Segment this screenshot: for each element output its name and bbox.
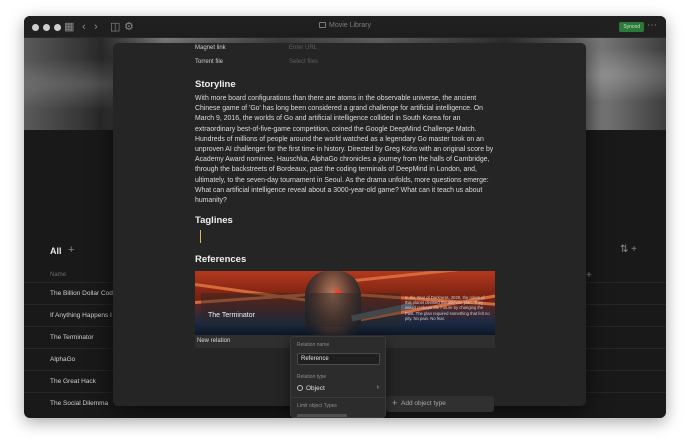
magnet-link-input[interactable]: Enter URL [289,45,317,51]
text-cursor[interactable] [200,230,201,243]
relation-type-label: Relation type [297,374,327,380]
reference-overlay [201,293,401,327]
property-label-magnet: Magnet link [195,45,226,51]
relation-type-value: Object [306,385,325,392]
relation-type-select[interactable]: Object [297,385,325,392]
relation-popup: Relation name Reference Relation type Ob… [290,336,386,418]
storyline-heading: Storyline [195,79,236,90]
add-view-plus-icon[interactable]: + [68,244,74,256]
divider [291,397,385,398]
sync-badge: Synced [619,22,644,32]
reference-title: The Terminator [208,312,255,319]
relation-name-input[interactable]: Reference [297,353,380,365]
row-name: If Anything Happens I [50,312,112,319]
add-column-plus-icon[interactable]: + [586,270,592,281]
relation-name-label: Relation name [297,342,330,348]
new-relation-label: New relation [197,338,231,344]
plus-icon: + [392,398,398,408]
window-title: Movie Library [24,22,666,29]
add-object-type-button[interactable]: + Add object type [386,396,494,412]
object-type-icon [297,385,303,391]
chevron-right-icon[interactable]: › [377,384,379,391]
film-icon [318,22,326,28]
add-object-type-label: Add object type [401,400,446,407]
row-name: The Billion Dollar Code [50,290,117,297]
references-heading: References [195,254,247,265]
taglines-heading: Taglines [195,215,233,226]
row-name: The Great Hack [50,378,96,385]
reference-card[interactable]: The Terminator In the Year of Darkness, … [195,271,495,335]
storyline-text[interactable]: With more board configurations than ther… [195,94,495,206]
column-header-name: Name [50,272,67,278]
property-label-torrent: Torrent file [195,59,224,65]
torrent-file-input[interactable]: Select files [289,59,318,65]
filter-icon[interactable]: ⇅ + [620,244,637,255]
titlebar: ▦ ‹ › ◫ ⚙ Movie Library Synced ⋯ [24,16,666,38]
row-name: The Social Dilemma [50,400,109,407]
tab-all[interactable]: All [50,246,62,256]
row-name: The Terminator [50,334,94,341]
row-name: AlphaGo [50,356,76,363]
window-title-text: Movie Library [328,22,371,29]
more-icon[interactable]: ⋯ [647,20,658,31]
app-window: ▦ ‹ › ◫ ⚙ Movie Library Synced ⋯ All + ⇅… [24,16,666,418]
limit-object-types-label: Limit object Types [297,403,337,409]
object-type-chip[interactable] [297,414,347,417]
reference-description: In the Year of Darkness, 2029, the ruler… [405,295,490,321]
